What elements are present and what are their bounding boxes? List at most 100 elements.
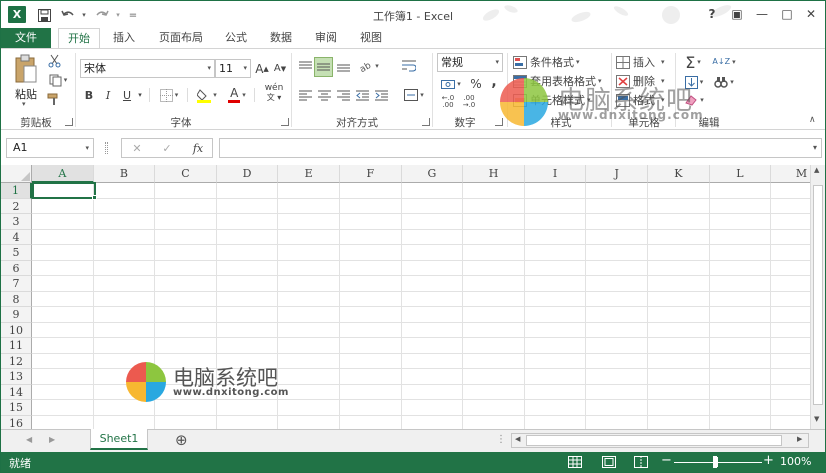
font-color-button[interactable]: A ▾ (223, 86, 251, 104)
column-header-D[interactable]: D (216, 165, 279, 183)
tab-data[interactable]: 数据 (263, 28, 299, 48)
paste-button[interactable]: 粘贴 ▾ (11, 54, 41, 110)
sort-filter-button[interactable]: A↓Z ▾ (710, 52, 738, 72)
decrease-indent-icon[interactable] (354, 86, 370, 104)
row-header-12[interactable]: 12 (1, 353, 32, 369)
bold-button[interactable]: B (81, 86, 97, 104)
column-header-I[interactable]: I (524, 165, 587, 183)
row-header-7[interactable]: 7 (1, 276, 32, 292)
clipboard-dialog-launcher[interactable] (65, 118, 73, 126)
tab-insert[interactable]: 插入 (106, 28, 142, 48)
underline-dropdown-icon[interactable]: ▾ (135, 86, 145, 104)
column-header-B[interactable]: B (93, 165, 156, 183)
phonetic-guide-button[interactable]: wén 文 ▾ (259, 82, 289, 104)
row-header-5[interactable]: 5 (1, 245, 32, 261)
cut-icon[interactable] (45, 53, 63, 69)
number-format-combo[interactable]: 常规 ▾ (437, 53, 503, 72)
scroll-down-icon[interactable]: ▼ (814, 415, 819, 423)
cancel-entry-button[interactable]: ✕ (128, 140, 146, 156)
column-header-L[interactable]: L (709, 165, 772, 183)
select-all-corner[interactable] (1, 165, 32, 183)
page-layout-view-icon[interactable] (602, 456, 616, 471)
copy-icon[interactable]: ▾ (45, 72, 71, 88)
formula-bar-splitter[interactable] (105, 142, 108, 154)
fill-handle[interactable] (92, 195, 97, 200)
row-header-2[interactable]: 2 (1, 198, 32, 214)
percent-style-button[interactable]: % (468, 75, 484, 93)
row-header-10[interactable]: 10 (1, 322, 32, 338)
horizontal-scrollbar[interactable]: ◀ ▶ (511, 433, 809, 448)
underline-button[interactable]: U (119, 86, 135, 104)
font-name-combo[interactable]: 宋体 ▾ (80, 59, 215, 78)
column-header-C[interactable]: C (155, 165, 217, 183)
horizontal-scroll-thumb[interactable] (526, 435, 782, 446)
row-header-13[interactable]: 13 (1, 369, 32, 385)
scroll-left-icon[interactable]: ◀ (515, 435, 520, 443)
row-header-4[interactable]: 4 (1, 229, 32, 245)
font-dialog-launcher[interactable] (281, 118, 289, 126)
align-right-icon[interactable] (335, 86, 351, 104)
decrease-decimal-button[interactable]: .00 →.0 (459, 93, 479, 111)
column-header-G[interactable]: G (401, 165, 464, 183)
expand-formula-bar-icon[interactable]: ▾ (813, 139, 817, 157)
vertical-scrollbar[interactable]: ▲ ▼ (810, 165, 825, 429)
italic-button[interactable]: I (100, 86, 116, 104)
normal-view-icon[interactable] (568, 456, 582, 471)
name-box[interactable]: A1 ▾ (6, 138, 94, 158)
orientation-icon[interactable]: ab ▾ (356, 57, 382, 75)
tab-home[interactable]: 开始 (58, 28, 100, 49)
row-header-9[interactable]: 9 (1, 307, 32, 323)
zoom-level[interactable]: 100% (780, 455, 811, 468)
row-header-15[interactable]: 15 (1, 400, 32, 416)
fill-color-button[interactable]: ▾ (193, 86, 221, 104)
row-header-6[interactable]: 6 (1, 260, 32, 276)
align-center-icon[interactable] (316, 86, 332, 104)
sheet-tab-sheet1[interactable]: Sheet1 (90, 429, 148, 450)
zoom-out-button[interactable]: − (661, 453, 672, 468)
increase-indent-icon[interactable] (373, 86, 389, 104)
help-button[interactable]: ? (701, 4, 723, 24)
vertical-scroll-thumb[interactable] (813, 185, 823, 405)
align-top-icon[interactable] (297, 57, 313, 75)
name-box-dropdown-icon[interactable]: ▾ (85, 139, 89, 157)
accounting-format-icon[interactable]: ▾ (438, 75, 464, 93)
column-header-H[interactable]: H (463, 165, 525, 183)
insert-cells-button[interactable]: 插入 ▾ (616, 53, 672, 71)
insert-function-button[interactable]: fx (188, 140, 208, 156)
row-header-14[interactable]: 14 (1, 384, 32, 400)
column-header-F[interactable]: F (340, 165, 402, 183)
grow-font-button[interactable]: A ▲ (254, 59, 270, 78)
tab-page-layout[interactable]: 页面布局 (151, 28, 211, 48)
autosum-button[interactable]: Σ ▾ (679, 52, 707, 72)
minimize-button[interactable]: — (751, 4, 773, 24)
borders-button[interactable]: ▾ (155, 86, 183, 104)
increase-decimal-button[interactable]: ←.0 .00 (438, 93, 458, 111)
tab-file[interactable]: 文件 (1, 28, 51, 48)
column-header-A[interactable]: A (32, 165, 94, 183)
merge-center-icon[interactable]: ▾ (400, 86, 428, 104)
zoom-in-button[interactable]: + (763, 453, 774, 468)
alignment-dialog-launcher[interactable] (422, 118, 430, 126)
maximize-button[interactable]: □ (776, 4, 798, 24)
column-header-J[interactable]: J (586, 165, 648, 183)
new-sheet-button[interactable]: ⊕ (175, 431, 188, 449)
column-header-E[interactable]: E (278, 165, 340, 183)
worksheet-grid[interactable]: ABCDEFGHIJKLM 1 2 3 4 5 6 7 8 9 10 11 12 13 14 15 16 电脑… (1, 165, 825, 431)
wrap-text-icon[interactable] (400, 57, 418, 75)
column-header-K[interactable]: K (648, 165, 710, 183)
collapse-ribbon-icon[interactable]: ∧ (809, 115, 816, 125)
row-header-3[interactable]: 3 (1, 214, 32, 230)
tab-view[interactable]: 视图 (353, 28, 389, 48)
ribbon-display-options-button[interactable]: ▣ (726, 4, 748, 24)
tab-split-handle[interactable]: ⋮ (496, 434, 506, 445)
page-break-preview-icon[interactable] (634, 456, 648, 471)
font-size-combo[interactable]: 11 ▾ (215, 59, 251, 78)
row-header-11[interactable]: 11 (1, 338, 32, 354)
close-button[interactable]: ✕ (800, 4, 822, 24)
next-sheet-icon[interactable]: ▶ (49, 435, 55, 444)
zoom-slider-thumb[interactable] (713, 456, 717, 468)
row-header-1[interactable]: 1 (1, 183, 32, 199)
align-left-icon[interactable] (297, 86, 313, 104)
shrink-font-button[interactable]: A ▼ (272, 59, 288, 78)
align-middle-icon[interactable] (314, 57, 333, 77)
